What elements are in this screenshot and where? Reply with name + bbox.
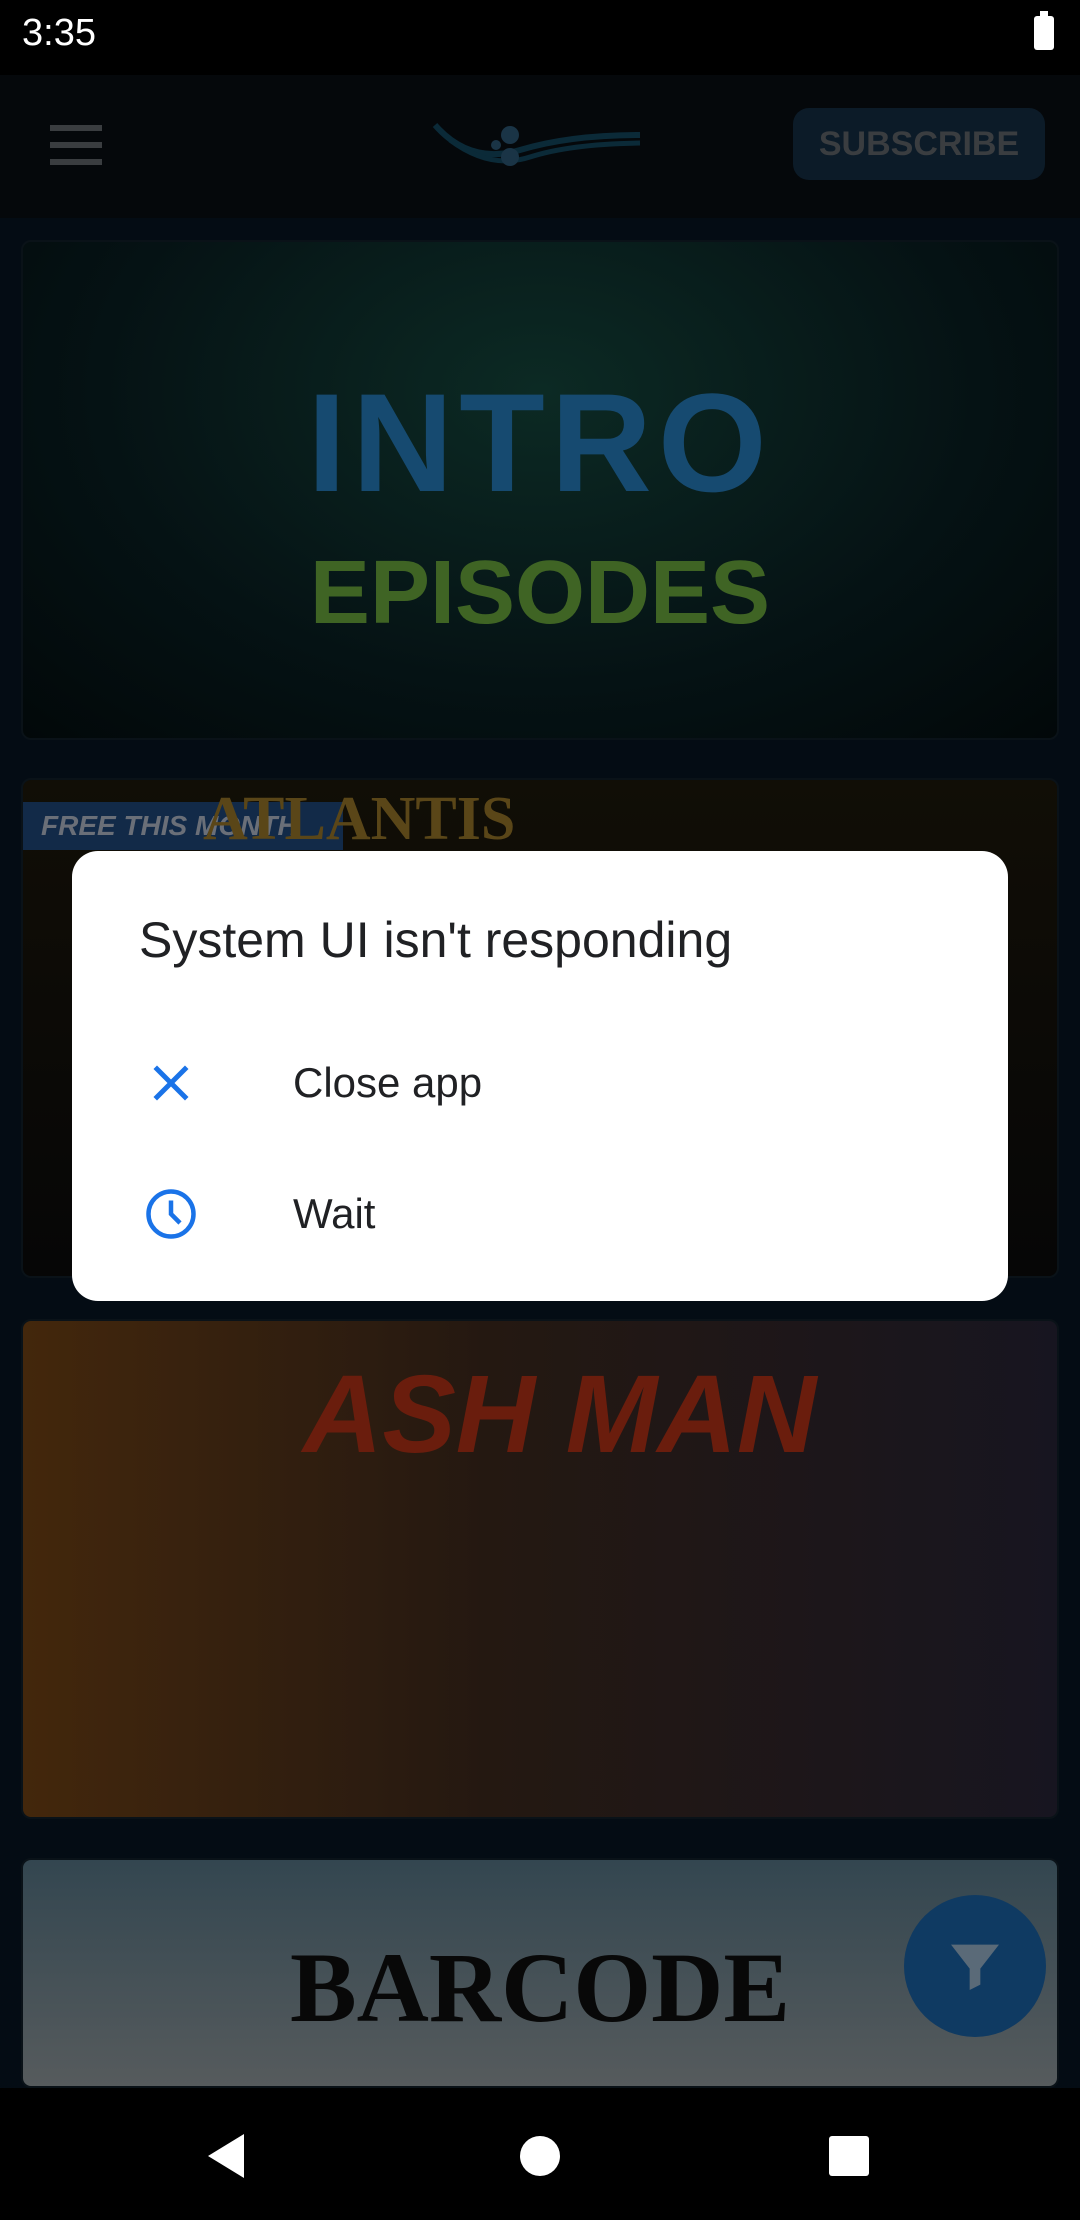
recents-icon [829,2136,869,2176]
navigation-bar [0,2088,1080,2220]
wave-logo [432,123,641,166]
back-icon [208,2134,244,2178]
status-time: 3:35 [22,12,96,54]
home-icon [520,2136,560,2176]
card-title: BARCODE [289,1932,791,2043]
clock-icon [146,1189,196,1239]
back-button[interactable] [196,2126,256,2186]
close-icon [153,1065,189,1101]
close-app-option[interactable]: Close app [72,1018,1008,1148]
anr-dialog: System UI isn't responding Close app Wai… [72,851,1008,1301]
card-title: INTRO [307,364,773,521]
recents-button[interactable] [819,2126,879,2186]
wait-option[interactable]: Wait [72,1149,1008,1279]
card-title: ATLANTIS [203,785,516,853]
app-bar: SUBSCRIBE [0,75,1080,218]
series-card-barcode[interactable]: BARCODE [21,1858,1059,2088]
status-bar: 3:35 [0,0,1080,75]
filter-icon [951,1944,999,1990]
wait-label: Wait [293,1190,376,1237]
hamburger-menu-icon[interactable] [50,125,102,165]
battery-icon [1034,11,1054,50]
close-app-label: Close app [293,1059,483,1106]
subscribe-button[interactable]: SUBSCRIBE [793,108,1045,180]
home-button[interactable] [510,2126,570,2186]
series-card-ash-man[interactable]: ASH MAN [21,1319,1059,1819]
card-title: ASH MAN [303,1353,817,1476]
dialog-title: System UI isn't responding [139,912,733,968]
filter-button[interactable] [904,1895,1046,2037]
card-subtitle: EPISODES [309,543,771,643]
series-card-intro-episodes[interactable]: INTRO EPISODES [21,240,1059,740]
